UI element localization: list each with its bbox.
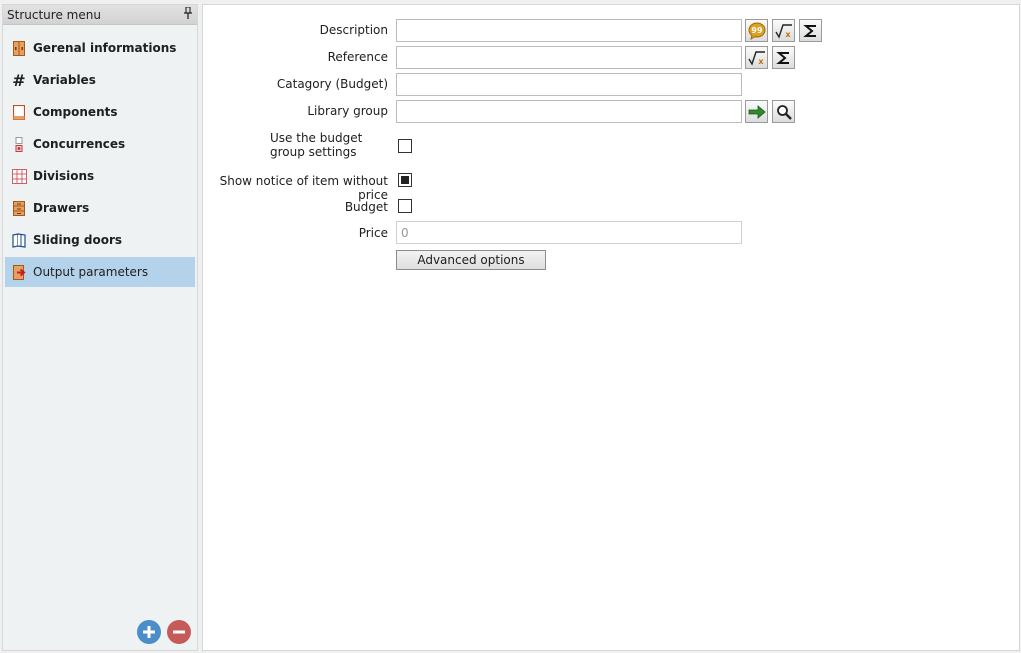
category-field[interactable]	[396, 73, 742, 96]
sidebar-item-label: Drawers	[33, 201, 90, 215]
structure-menu-title: Structure menu	[7, 7, 101, 22]
sidebar-item-label: Concurrences	[33, 137, 126, 151]
category-label: Catagory (Budget)	[276, 77, 388, 91]
sliding-doors-icon	[11, 232, 27, 248]
price-label: Price	[358, 226, 388, 240]
drawers-icon	[11, 200, 27, 216]
sidebar-item-components[interactable]: Components	[5, 97, 195, 127]
menu-footer	[137, 620, 191, 644]
library-group-label: Library group	[307, 104, 388, 118]
concurrence-icon	[11, 136, 27, 152]
plus-icon[interactable]	[137, 620, 161, 644]
sidebar-item-label: Gerenal informations	[33, 41, 177, 55]
budget-label: Budget	[344, 200, 388, 214]
sidebar-item-label: Sliding doors	[33, 233, 123, 247]
sidebar-item-general-informations[interactable]: Gerenal informations	[5, 33, 195, 63]
formula-icon[interactable]: x	[772, 19, 795, 42]
arrow-right-icon[interactable]	[745, 100, 768, 123]
speech-icon[interactable]: 99	[745, 19, 768, 42]
library-group-field[interactable]	[396, 100, 742, 123]
description-field[interactable]	[396, 19, 742, 42]
structure-menu: Structure menu Gerenal informations # Va…	[2, 4, 198, 651]
window: Structure menu Gerenal informations # Va…	[0, 0, 1021, 653]
svg-text:99: 99	[751, 26, 763, 35]
sidebar-item-sliding-doors[interactable]: Sliding doors	[5, 225, 195, 255]
output-parameters-panel: Description 99 x Reference x Catagory (B…	[202, 4, 1020, 651]
sidebar-item-output-parameters[interactable]: Output parameters	[5, 257, 195, 287]
use-budget-group-checkbox[interactable]	[398, 139, 412, 153]
grid-icon	[11, 168, 27, 184]
sidebar-item-label: Divisions	[33, 169, 95, 183]
price-field[interactable]	[396, 221, 742, 244]
budget-checkbox[interactable]	[398, 199, 412, 213]
sum-icon[interactable]	[772, 46, 795, 69]
show-notice-checkbox[interactable]	[398, 173, 412, 187]
show-notice-label: Show notice of item without price	[219, 174, 388, 202]
use-budget-group-label: Use the budget group settings	[270, 131, 363, 159]
sidebar-item-label: Output parameters	[33, 265, 149, 279]
svg-text:x: x	[785, 30, 791, 39]
sidebar-item-label: Components	[33, 105, 118, 119]
structure-menu-header: Structure menu	[3, 5, 197, 25]
output-icon	[11, 264, 27, 280]
cabinet-icon	[11, 40, 27, 56]
sidebar-item-divisions[interactable]: Divisions	[5, 161, 195, 191]
description-label: Description	[319, 23, 388, 37]
sidebar-item-concurrences[interactable]: Concurrences	[5, 129, 195, 159]
svg-text:x: x	[758, 57, 764, 66]
sum-icon[interactable]	[799, 19, 822, 42]
reference-field[interactable]	[396, 46, 742, 69]
formula-icon[interactable]: x	[745, 46, 768, 69]
hash-icon: #	[12, 70, 26, 90]
sidebar-item-label: Variables	[33, 73, 96, 87]
sidebar-item-drawers[interactable]: Drawers	[5, 193, 195, 223]
sidebar-item-variables[interactable]: # Variables	[5, 65, 195, 95]
panel-icon	[11, 104, 27, 120]
advanced-options-button[interactable]: Advanced options	[396, 250, 546, 270]
search-icon[interactable]	[772, 100, 795, 123]
structure-menu-list: Gerenal informations # Variables Compone…	[3, 25, 197, 287]
reference-label: Reference	[327, 50, 388, 64]
pin-icon[interactable]	[183, 6, 193, 22]
minus-icon[interactable]	[167, 620, 191, 644]
